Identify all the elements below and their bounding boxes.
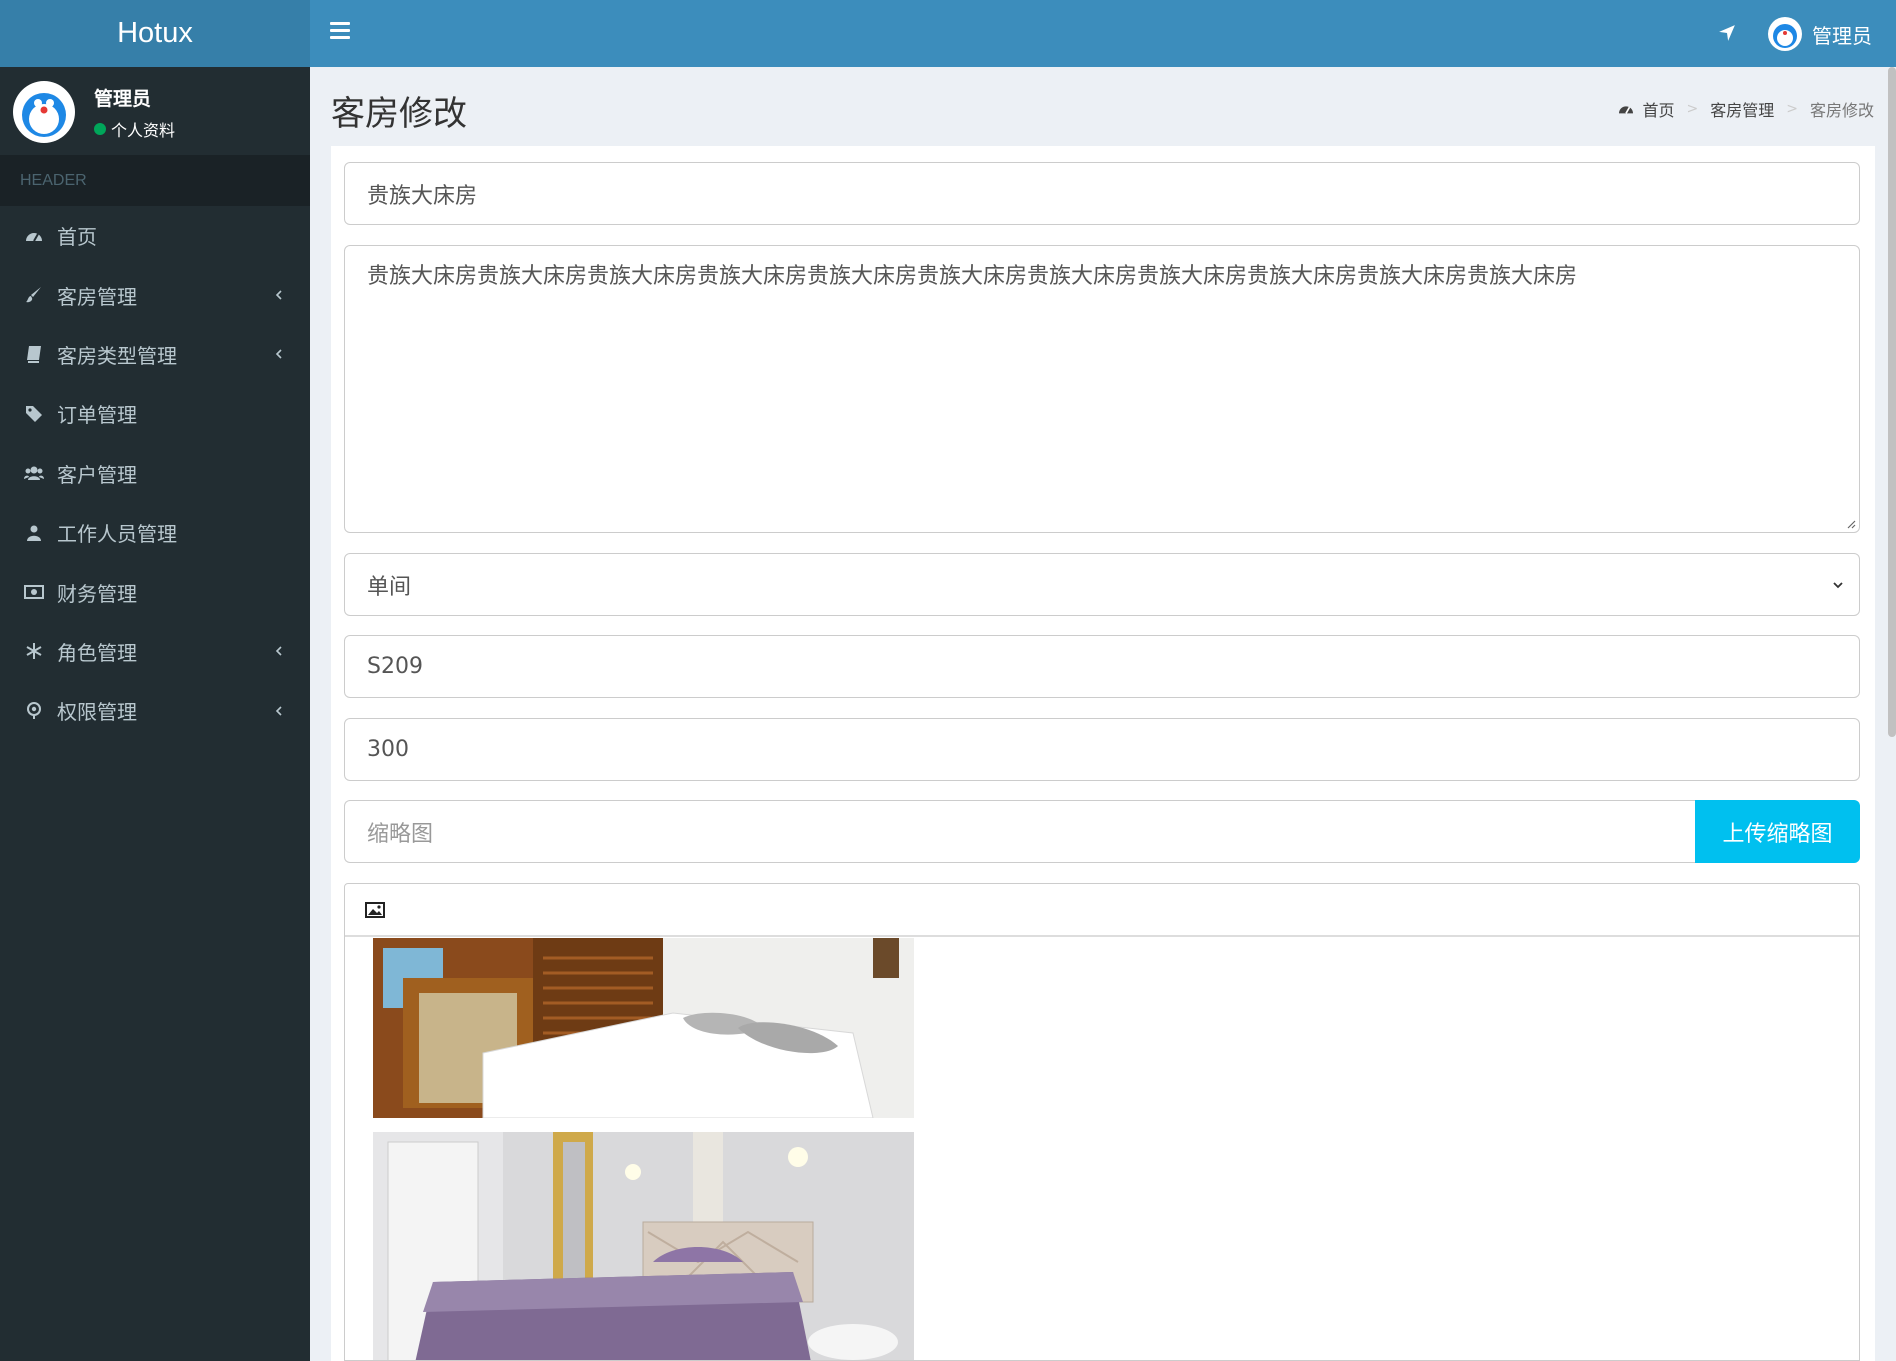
breadcrumb-home[interactable]: 首页 xyxy=(1642,97,1674,121)
user-status-label: 个人资料 xyxy=(111,121,176,140)
top-navbar: 管理员 xyxy=(310,0,1896,67)
room-type-select[interactable]: 单间 xyxy=(344,553,1860,616)
room-photo-2 xyxy=(373,1132,914,1360)
page-scrollbar[interactable] xyxy=(1888,67,1896,737)
avatar xyxy=(13,81,75,143)
gallery-header xyxy=(345,884,1859,937)
room-name-input[interactable]: 贵族大床房 xyxy=(344,162,1860,225)
navbar-user-name: 管理员 xyxy=(1812,23,1872,48)
user-panel: 管理员 个人资料 xyxy=(0,67,310,155)
sidebar-item-label: 权限管理 xyxy=(57,700,137,725)
breadcrumb: 首页 > 客房管理 > 客房修改 xyxy=(1618,97,1874,121)
sidebar-item-label: 工作人员管理 xyxy=(57,522,177,547)
navbar-user-menu[interactable]: 管理员 xyxy=(1768,14,1872,54)
chevron-down-icon xyxy=(1833,581,1843,588)
breadcrumb-section[interactable]: 客房管理 xyxy=(1710,97,1774,121)
brush-icon xyxy=(22,283,46,307)
sidebar-item-label: 首页 xyxy=(57,225,97,250)
sidebar-item-label: 客房管理 xyxy=(57,284,137,309)
image-icon[interactable] xyxy=(365,901,385,918)
page-title: 客房修改 xyxy=(331,94,467,134)
chevron-left-icon xyxy=(275,349,282,360)
breadcrumb-current: 客房修改 xyxy=(1809,101,1874,120)
snowflake-icon xyxy=(22,639,46,663)
user-icon xyxy=(22,521,46,545)
room-photo-1 xyxy=(373,938,914,1118)
sidebar-item-room-types[interactable]: 客房类型管理 xyxy=(0,325,310,384)
sidebar-item-finance[interactable]: 财务管理 xyxy=(0,562,310,621)
sidebar-header: HEADER xyxy=(0,155,310,206)
room-description-text: 贵族大床房贵族大床房贵族大床房贵族大床房贵族大床房贵族大床房贵族大床房贵族大床房… xyxy=(367,264,1578,289)
app-logo[interactable]: Hotux xyxy=(0,0,310,67)
money-icon xyxy=(22,580,46,604)
resize-handle-icon[interactable] xyxy=(1844,517,1856,529)
chevron-left-icon xyxy=(275,706,282,716)
room-description-textarea[interactable]: 贵族大床房贵族大床房贵族大床房贵族大床房贵族大床房贵族大床房贵族大床房贵族大床房… xyxy=(344,245,1860,533)
sidebar-item-customers[interactable]: 客户管理 xyxy=(0,444,310,503)
map-pin-icon xyxy=(22,699,46,723)
thumbnail-gallery xyxy=(344,883,1860,1361)
sidebar-toggle-icon[interactable] xyxy=(330,22,350,44)
breadcrumb-separator: > xyxy=(1686,101,1699,117)
tag-icon xyxy=(22,402,46,426)
price-input[interactable]: 300 xyxy=(344,718,1860,781)
sidebar-item-label: 订单管理 xyxy=(57,403,137,428)
user-name: 管理员 xyxy=(94,88,152,110)
chevron-left-icon xyxy=(275,290,282,300)
dashboard-icon xyxy=(22,224,46,248)
location-arrow-icon[interactable] xyxy=(1712,18,1742,48)
upload-thumbnail-button[interactable]: 上传缩略图 xyxy=(1695,800,1860,863)
sidebar-item-label: 角色管理 xyxy=(57,640,137,665)
chevron-left-icon xyxy=(275,646,282,656)
sidebar: 管理员 个人资料 HEADER 首页 客房管理 客房类型管理 订单管理 客户管理… xyxy=(0,67,310,1361)
sidebar-item-label: 客户管理 xyxy=(57,462,137,487)
users-icon xyxy=(22,461,46,485)
sidebar-item-permissions[interactable]: 权限管理 xyxy=(0,681,310,740)
dashboard-icon xyxy=(1618,102,1634,116)
sidebar-item-rooms[interactable]: 客房管理 xyxy=(0,265,310,324)
sidebar-item-roles[interactable]: 角色管理 xyxy=(0,622,310,681)
online-status-icon xyxy=(94,123,106,135)
sidebar-item-orders[interactable]: 订单管理 xyxy=(0,384,310,443)
avatar xyxy=(1768,17,1802,51)
user-status[interactable]: 个人资料 xyxy=(94,117,175,141)
thumbnail-input[interactable]: 缩略图 xyxy=(344,800,1696,863)
room-type-value: 单间 xyxy=(367,574,412,600)
sidebar-item-home[interactable]: 首页 xyxy=(0,206,310,265)
breadcrumb-separator: > xyxy=(1786,101,1798,117)
sidebar-item-label: 客房类型管理 xyxy=(57,343,177,368)
book-icon xyxy=(22,342,46,366)
sidebar-item-staff[interactable]: 工作人员管理 xyxy=(0,503,310,562)
room-number-input[interactable]: S209 xyxy=(344,635,1860,698)
sidebar-item-label: 财务管理 xyxy=(57,581,137,606)
